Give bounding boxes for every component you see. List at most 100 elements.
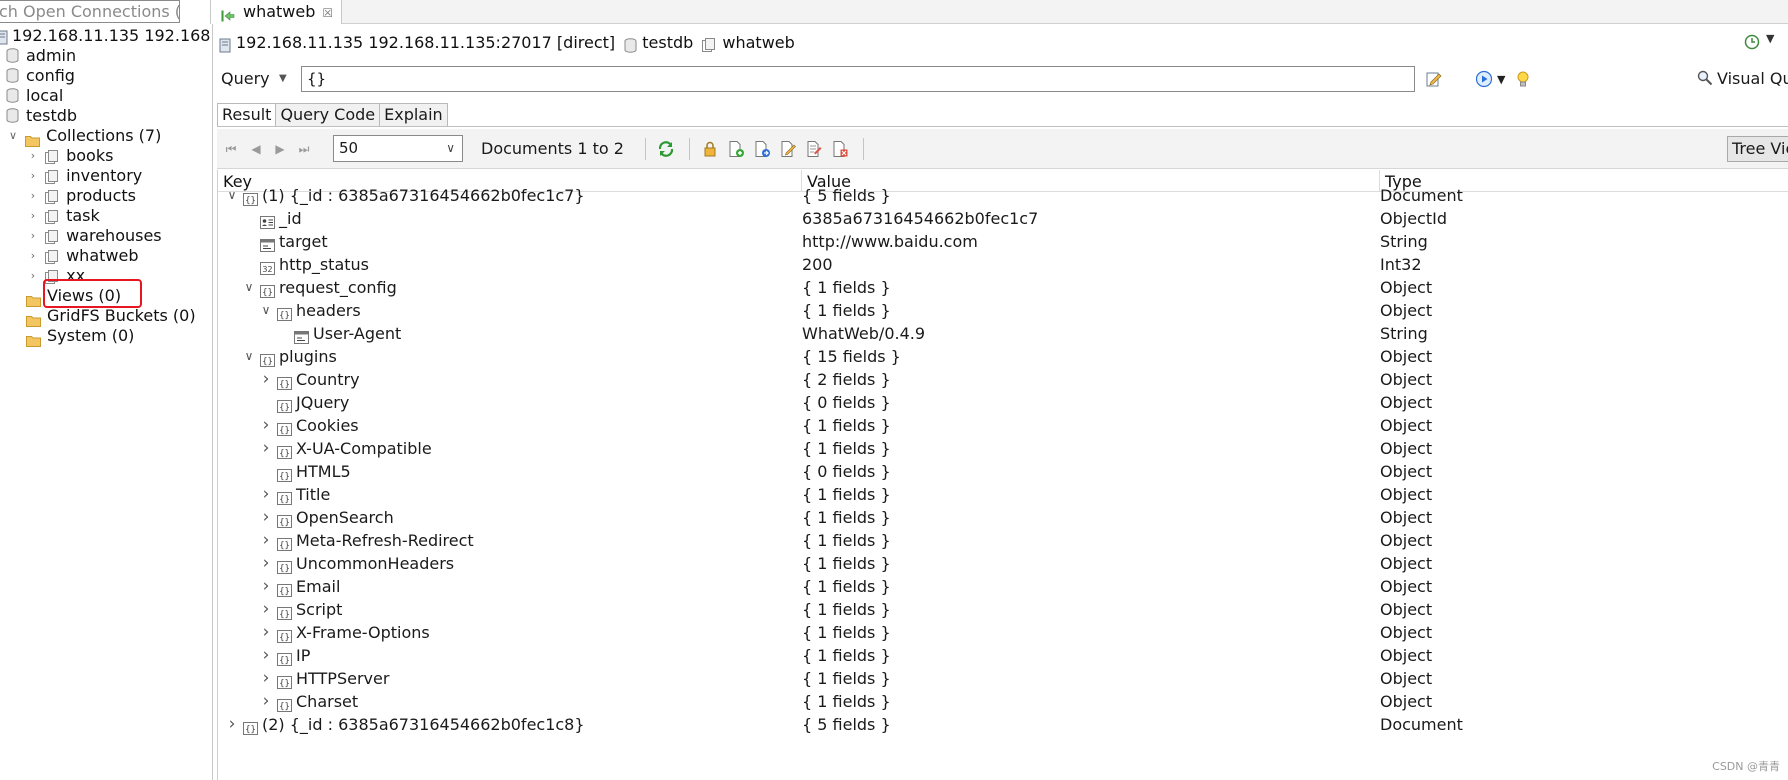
value-cell[interactable]: 6385a67316454662b0fec1c7 [802,207,1038,230]
value-cell[interactable]: http://www.baidu.com [802,230,978,253]
chevron-right-icon[interactable]: › [260,690,272,713]
value-cell[interactable]: { 15 fields } [802,345,901,368]
value-cell[interactable]: { 1 fields } [802,690,891,713]
table-row[interactable]: _id 6385a67316454662b0fec1c7 ObjectId [218,207,1788,230]
chevron-right-icon[interactable]: › [260,368,272,391]
value-cell[interactable]: 200 [802,253,833,276]
breadcrumb-database[interactable]: testdb [642,33,693,52]
next-page-icon[interactable]: ▶ [272,140,288,158]
table-row[interactable]: ∨ {} plugins { 15 fields } Object [218,345,1788,368]
history-dropdown-icon[interactable]: ▼ [1766,32,1774,45]
chevron-right-icon[interactable]: › [226,713,238,736]
table-row[interactable]: › {} UncommonHeaders { 1 fields } Object [218,552,1788,575]
chevron-right-icon[interactable]: › [260,667,272,690]
first-page-icon[interactable]: ⏮ [223,140,239,158]
table-row[interactable]: › {} X-Frame-Options { 1 fields } Object [218,621,1788,644]
refresh-icon[interactable] [657,140,675,158]
value-cell[interactable]: { 1 fields } [802,483,891,506]
chevron-right-icon[interactable]: › [260,437,272,460]
breadcrumb-collection[interactable]: whatweb [722,33,794,52]
tab-result[interactable]: Result [217,103,277,127]
value-cell[interactable]: { 1 fields } [802,621,891,644]
edit-query-icon[interactable] [1425,68,1443,90]
value-cell[interactable]: { 1 fields } [802,644,891,667]
chevron-down-icon[interactable]: ∨ [260,299,272,322]
clone-document-icon[interactable] [753,140,771,158]
query-input[interactable] [301,66,1415,92]
table-row[interactable]: › {} Meta-Refresh-Redirect { 1 fields } Obje… [218,529,1788,552]
table-row[interactable]: target http://www.baidu.com String [218,230,1788,253]
table-row[interactable]: 32 http_status 200 Int32 [218,253,1788,276]
value-cell[interactable]: { 0 fields } [802,391,891,414]
chevron-right-icon[interactable]: › [260,529,272,552]
chevron-down-icon[interactable]: ∨ [6,124,20,147]
previous-page-icon[interactable]: ◀ [248,140,264,158]
table-row[interactable]: › {} Charset { 1 fields } Object [218,690,1788,713]
chevron-right-icon[interactable]: › [260,575,272,598]
tab-query-code[interactable]: Query Code [275,103,381,127]
chevron-right-icon[interactable]: › [260,483,272,506]
table-row[interactable]: › {} HTTPServer { 1 fields } Object [218,667,1788,690]
value-cell[interactable]: { 1 fields } [802,598,891,621]
table-row[interactable]: ∨ {} headers { 1 fields } Object [218,299,1788,322]
chevron-right-icon[interactable]: › [260,598,272,621]
edit-document-icon[interactable] [779,140,797,158]
history-icon[interactable] [1744,34,1760,50]
edit-fields-icon[interactable] [805,140,823,158]
value-cell[interactable]: WhatWeb/0.4.9 [802,322,925,345]
tab-explain[interactable]: Explain [379,103,448,127]
tab-whatweb[interactable]: whatweb ☒ [210,0,343,25]
table-row[interactable]: › {} Title { 1 fields } Object [218,483,1788,506]
chevron-down-icon[interactable]: ∨ [226,184,238,207]
last-page-icon[interactable]: ⏭ [296,140,312,158]
chevron-down-icon[interactable]: ∨ [243,345,255,368]
table-row[interactable]: {} JQuery { 0 fields } Object [218,391,1788,414]
table-row[interactable]: › {} Script { 1 fields } Object [218,598,1788,621]
type-cell: Document [1380,186,1463,205]
system-folder-node[interactable]: System (0) [26,324,134,347]
value-cell[interactable]: { 1 fields } [802,437,891,460]
chevron-right-icon[interactable]: › [260,621,272,644]
table-row[interactable]: ∨ {} request_config { 1 fields } Object [218,276,1788,299]
table-row[interactable]: › {} Country { 2 fields } Object [218,368,1788,391]
table-row[interactable]: ∨ {} (1) {_id : 6385a67316454662b0fec1c7} {… [218,184,1788,207]
delete-document-icon[interactable] [831,140,849,158]
table-row[interactable]: › {} Email { 1 fields } Object [218,575,1788,598]
table-row[interactable]: › {} X-UA-Compatible { 1 fields } Object [218,437,1788,460]
breadcrumb-server[interactable]: 192.168.11.135 192.168.11.135:27017 [dir… [236,33,615,52]
visual-query-button[interactable]: Visual Qu [1697,68,1788,90]
chevron-right-icon[interactable]: › [260,414,272,437]
value-cell[interactable]: { 1 fields } [802,575,891,598]
table-row[interactable]: › {} Cookies { 1 fields } Object [218,414,1788,437]
run-query-icon[interactable] [1475,68,1493,90]
value-cell[interactable]: { 1 fields } [802,667,891,690]
value-cell[interactable]: { 5 fields } [802,184,891,207]
table-row[interactable]: › {} OpenSearch { 1 fields } Object [218,506,1788,529]
run-options-dropdown-icon[interactable]: ▼ [1497,68,1505,90]
value-cell[interactable]: { 5 fields } [802,713,891,736]
chevron-right-icon[interactable]: › [260,506,272,529]
page-size-select[interactable]: 50 ∨ [333,135,463,162]
query-history-dropdown-icon[interactable]: ▼ [279,68,287,90]
value-cell[interactable]: { 1 fields } [802,529,891,552]
chevron-right-icon[interactable]: › [260,552,272,575]
close-tab-icon[interactable]: ☒ [322,2,333,25]
search-open-connections-input[interactable]: ch Open Connections (Ct [0,0,180,23]
lock-icon[interactable] [701,140,719,158]
table-row[interactable]: User-Agent WhatWeb/0.4.9 String [218,322,1788,345]
chevron-right-icon[interactable]: › [260,644,272,667]
view-mode-button[interactable]: Tree View [1727,136,1788,162]
value-cell[interactable]: { 1 fields } [802,414,891,437]
value-cell[interactable]: { 1 fields } [802,299,891,322]
table-row[interactable]: › {} (2) {_id : 6385a67316454662b0fec1c8} {… [218,713,1788,736]
value-cell[interactable]: { 0 fields } [802,460,891,483]
add-document-icon[interactable] [727,140,745,158]
value-cell[interactable]: { 1 fields } [802,506,891,529]
table-row[interactable]: › {} IP { 1 fields } Object [218,644,1788,667]
lightbulb-icon[interactable] [1515,68,1531,90]
value-cell[interactable]: { 1 fields } [802,552,891,575]
chevron-down-icon[interactable]: ∨ [243,276,255,299]
value-cell[interactable]: { 1 fields } [802,276,891,299]
value-cell[interactable]: { 2 fields } [802,368,891,391]
table-row[interactable]: {} HTML5 { 0 fields } Object [218,460,1788,483]
